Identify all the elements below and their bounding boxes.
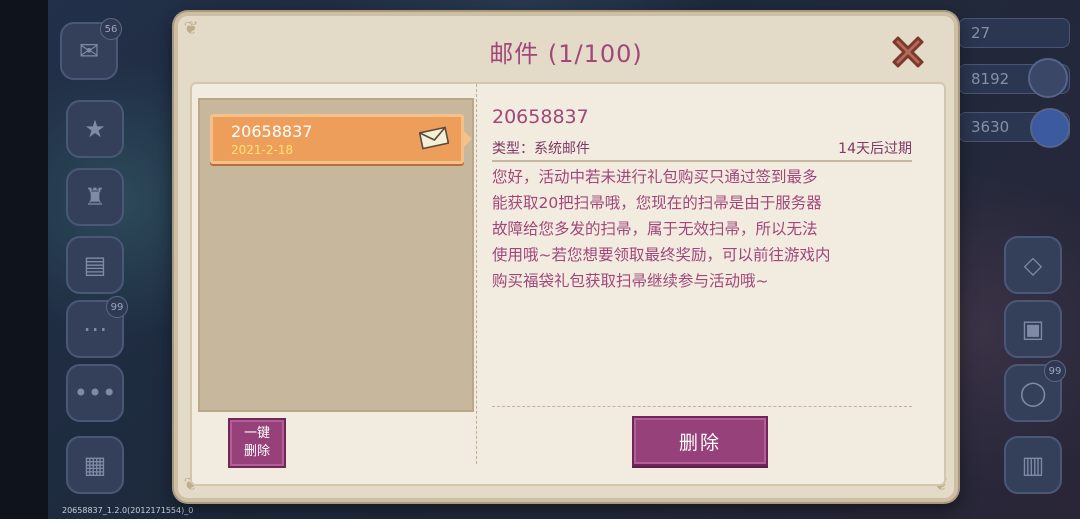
more-button[interactable]: ••• xyxy=(66,364,124,422)
mail-list[interactable]: 20658837 2021-2-18 xyxy=(198,98,474,412)
egg-button[interactable]: ◯ 99 xyxy=(1004,360,1066,422)
resource-value: 3630 xyxy=(971,118,1010,136)
close-icon xyxy=(892,36,924,68)
label-line: 一键 xyxy=(243,426,270,441)
badge: 99 xyxy=(1044,360,1066,382)
delete-button[interactable]: 删除 xyxy=(632,416,768,466)
label-line: 删除 xyxy=(243,444,270,459)
mail-list-item[interactable]: 20658837 2021-2-18 xyxy=(210,114,472,164)
meta-divider xyxy=(492,160,912,162)
envelope-icon xyxy=(419,126,449,150)
resource-gems: 27 xyxy=(958,18,1070,48)
mail-panel: 20658837 2021-2-18 一键 删除 20658837 类型：系统邮… xyxy=(190,82,946,486)
one-key-delete-label: 一键 删除 xyxy=(244,425,270,461)
resource-value: 8192 xyxy=(971,70,1010,88)
mail-detail-title: 20658837 xyxy=(492,106,589,128)
card-button[interactable]: ◇ xyxy=(1004,236,1062,294)
coin-icon xyxy=(1028,58,1068,98)
version-text: 20658837_1.2.0(2012171554)_0 xyxy=(62,506,194,515)
one-key-delete-button[interactable]: 一键 删除 xyxy=(228,418,286,468)
mail-item-date: 2021-2-18 xyxy=(231,143,294,157)
helmet-button[interactable]: ♜ xyxy=(66,168,124,226)
body-divider xyxy=(492,406,912,407)
resource-value: 27 xyxy=(971,24,991,42)
chest-button[interactable]: ▥ xyxy=(1004,436,1062,494)
gift-button[interactable]: ▣ xyxy=(1004,300,1062,358)
mail-type: 类型：系统邮件 xyxy=(492,141,590,157)
panel-divider xyxy=(476,84,477,464)
chat-button[interactable]: ⋯ 99 xyxy=(66,296,128,358)
slime-icon xyxy=(1030,108,1070,148)
mail-item-title: 20658837 xyxy=(231,122,313,141)
badge: 99 xyxy=(106,296,128,318)
mail-dialog: ❦ ❦ ❦ 邮件 (1/100) 20658837 2021-2-18 xyxy=(174,12,958,502)
left-edge xyxy=(0,0,48,519)
close-button[interactable] xyxy=(886,30,930,74)
mail-meta: 类型：系统邮件 14天后过期 xyxy=(492,138,912,158)
mail-body: 您好，活动中若未进行礼包购买只通过签到最多 能获取20把扫帚哦，您现在的扫帚是由… xyxy=(492,168,831,290)
scroll-button[interactable]: ▦ xyxy=(66,436,124,494)
dialog-title: 邮件 (1/100) xyxy=(489,40,643,68)
badge: 56 xyxy=(100,18,122,40)
book-button[interactable]: ▤ xyxy=(66,236,124,294)
map-button[interactable]: ✉ 56 xyxy=(60,18,122,80)
star-button[interactable]: ★ xyxy=(66,100,124,158)
mail-expire: 14天后过期 xyxy=(838,141,912,157)
